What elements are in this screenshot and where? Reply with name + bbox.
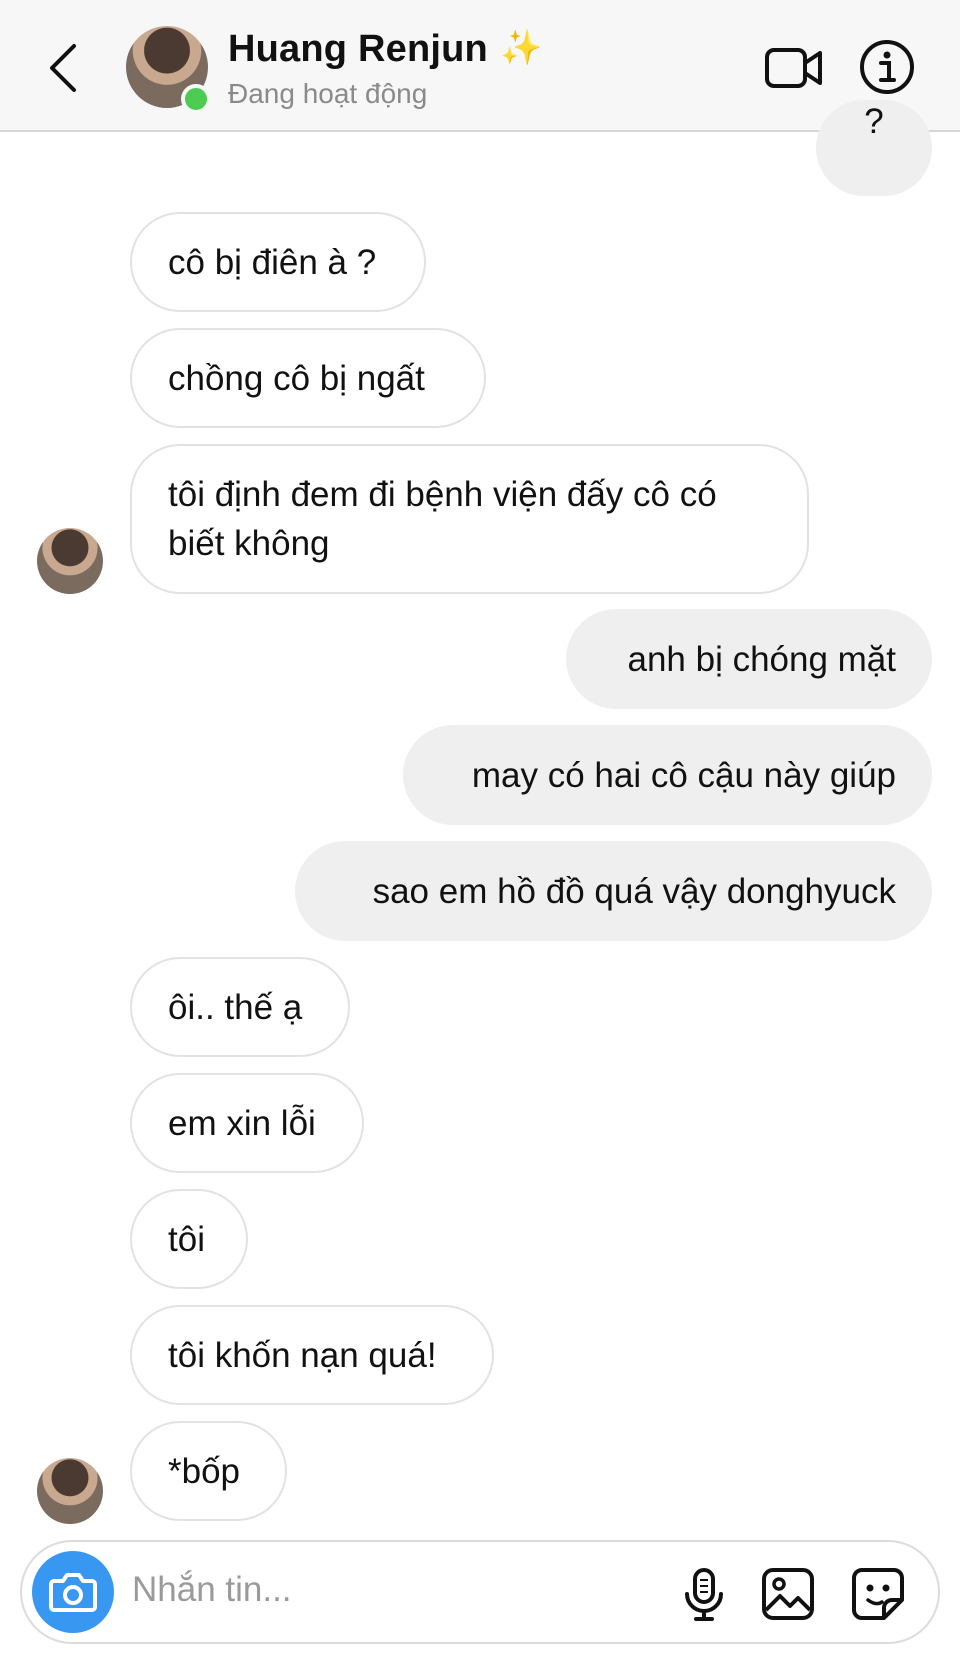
contact-avatar-small[interactable] — [37, 1458, 103, 1524]
message-text: tôi khốn nạn quá! — [168, 1335, 437, 1375]
message-bubble-sent[interactable]: sao em hồ đồ quá vậy donghyuck — [295, 841, 932, 941]
message-bubble-received[interactable]: *bốp — [130, 1421, 287, 1521]
message-text: may có hai cô cậu này giúp — [471, 755, 896, 795]
online-status-dot — [181, 84, 211, 114]
message-bubble-received[interactable]: tôi khốn nạn quá! — [130, 1305, 494, 1405]
info-icon[interactable] — [858, 38, 916, 96]
message-bubble-sent[interactable]: may có hai cô cậu này giúp — [403, 725, 932, 825]
contact-avatar-small[interactable] — [37, 528, 103, 594]
message-text: ôi.. thế ạ — [168, 987, 303, 1027]
message-text: sao em hồ đồ quá vậy donghyuck — [372, 871, 896, 911]
message-text: cô bị điên à ? — [168, 242, 377, 282]
message-composer: Nhắn tin... — [20, 1540, 940, 1644]
message-bubble-received[interactable]: tôi — [130, 1189, 248, 1289]
message-bubble-received[interactable]: tôi định đem đi bệnh viện đấy cô có biết… — [130, 444, 809, 594]
message-text: chồng cô bị ngất — [168, 358, 425, 398]
chat-header: Huang Renjun ✨ Đang hoạt động — [0, 0, 960, 132]
camera-icon — [49, 1573, 97, 1612]
sparkle-emoji: ✨ — [500, 29, 543, 67]
message-text: tôi — [168, 1219, 205, 1259]
message-text: ? — [864, 102, 884, 141]
message-text: em xin lỗi — [168, 1103, 316, 1143]
message-bubble-sent[interactable]: ? — [816, 100, 932, 196]
active-status: Đang hoạt động — [228, 78, 428, 109]
back-icon[interactable] — [44, 40, 84, 96]
message-bubble-received[interactable]: chồng cô bị ngất — [130, 328, 486, 428]
gallery-icon[interactable] — [760, 1566, 816, 1622]
camera-button[interactable] — [32, 1551, 114, 1633]
message-text: tôi định đem đi bệnh viện đấy cô có biết… — [168, 475, 717, 563]
message-input[interactable]: Nhắn tin... — [132, 1570, 292, 1610]
message-text: *bốp — [168, 1451, 241, 1491]
video-call-icon[interactable] — [764, 44, 824, 92]
message-bubble-received[interactable]: ôi.. thế ạ — [130, 957, 350, 1057]
message-bubble-received[interactable]: em xin lỗi — [130, 1073, 364, 1173]
message-bubble-sent[interactable]: anh bị chóng mặt — [566, 609, 932, 709]
message-text: anh bị chóng mặt — [627, 639, 896, 679]
microphone-icon[interactable] — [676, 1566, 732, 1622]
contact-name[interactable]: Huang Renjun — [228, 28, 488, 71]
sticker-icon[interactable] — [850, 1566, 906, 1622]
message-bubble-received[interactable]: cô bị điên à ? — [130, 212, 426, 312]
